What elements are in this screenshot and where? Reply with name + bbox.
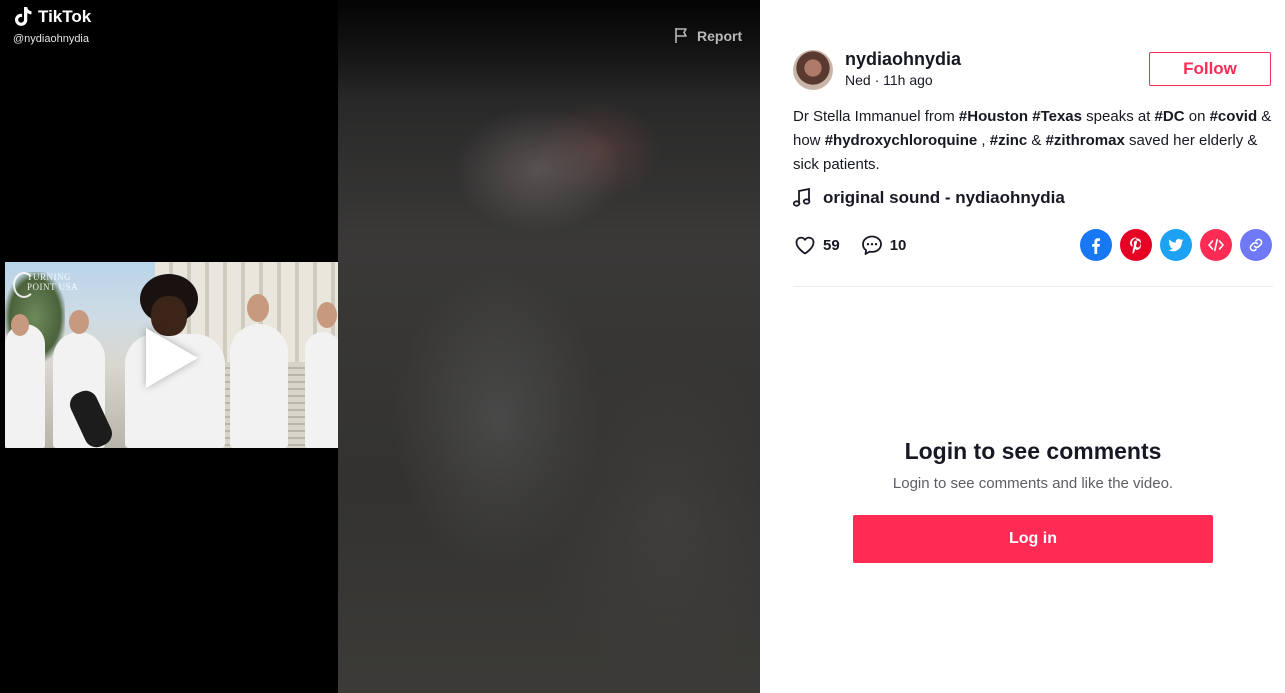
music-note-icon: [793, 188, 811, 207]
heart-icon: [795, 236, 815, 255]
facebook-share-button[interactable]: [1080, 229, 1112, 261]
twitter-share-button[interactable]: [1160, 229, 1192, 261]
hashtag-link[interactable]: #zithromax: [1046, 132, 1125, 149]
avatar[interactable]: [793, 50, 833, 90]
watermark-line: POINT USA: [27, 282, 79, 292]
comments-login-title: Login to see comments: [904, 438, 1162, 464]
thumbnail-person-head: [247, 294, 269, 322]
login-button[interactable]: Log in: [853, 515, 1213, 563]
hashtag-link[interactable]: #Houston: [959, 108, 1028, 125]
hashtag-link[interactable]: #zinc: [990, 132, 1028, 149]
caption-text: Dr Stella Immanuel from: [793, 108, 959, 125]
video-info-panel: nydiaohnydia Ned · 11h ago Follow Dr Ste…: [760, 0, 1285, 693]
watermark-line: TURNING: [27, 272, 71, 282]
hashtag-link[interactable]: #Texas: [1032, 108, 1082, 125]
copy-link-share-button[interactable]: [1240, 229, 1272, 261]
thumbnail-person-head: [69, 310, 89, 334]
comment-button[interactable]: 10: [860, 233, 907, 257]
thumbnail-person-head: [11, 314, 29, 336]
like-count: 59: [823, 236, 840, 254]
like-button[interactable]: 59: [793, 233, 840, 257]
divider: [793, 286, 1273, 287]
author-subline: Ned · 11h ago: [845, 72, 933, 88]
hashtag-link[interactable]: #hydroxychloroquine: [825, 132, 978, 149]
comments-login-subtitle: Login to see comments and like the video…: [892, 475, 1174, 492]
thumbnail-watermark: TURNING POINT USA: [13, 272, 79, 298]
tiktok-logo[interactable]: TikTok: [14, 6, 91, 28]
tiktok-icon: [15, 7, 32, 26]
video-caption: Dr Stella Immanuel from #Houston #Texas …: [793, 105, 1275, 177]
report-button[interactable]: Report: [674, 27, 742, 44]
twitter-icon: [1168, 238, 1184, 252]
caption-text: on: [1184, 108, 1210, 125]
caption-text: speaks at: [1082, 108, 1155, 125]
thumbnail-person-head: [317, 302, 337, 328]
pinterest-icon: [1130, 237, 1141, 254]
thumbnail-person: [230, 324, 288, 448]
brand-name: TikTok: [38, 7, 92, 26]
comment-icon: [861, 235, 882, 255]
blurred-background: [338, 0, 760, 693]
hashtag-link[interactable]: #covid: [1210, 108, 1258, 125]
share-buttons: [1080, 229, 1272, 261]
sound-label: original sound - nydiaohnydia: [823, 188, 1065, 207]
video-author-handle: @nydiaohnydia: [13, 33, 89, 45]
report-label: Report: [697, 27, 743, 44]
engagement-stats: 59 10: [793, 233, 926, 257]
link-icon: [1249, 238, 1263, 252]
video-player[interactable]: TikTok @nydiaohnydia Report TURNING POIN…: [0, 0, 760, 693]
caption-text: &: [1027, 132, 1046, 149]
facebook-icon: [1092, 238, 1100, 254]
hashtag-link[interactable]: #DC: [1155, 108, 1185, 125]
author-username[interactable]: nydiaohnydia: [845, 49, 961, 70]
comment-count: 10: [889, 236, 907, 254]
pinterest-share-button[interactable]: [1120, 229, 1152, 261]
embed-share-button[interactable]: [1200, 229, 1232, 261]
caption-text: ,: [977, 132, 990, 149]
follow-button[interactable]: Follow: [1149, 52, 1271, 86]
flag-icon: [675, 28, 687, 43]
code-icon: [1208, 238, 1224, 252]
thumbnail-person: [305, 332, 338, 448]
thumbnail-person: [5, 324, 45, 448]
play-icon[interactable]: [146, 328, 198, 388]
sound-link[interactable]: original sound - nydiaohnydia: [793, 188, 1065, 208]
